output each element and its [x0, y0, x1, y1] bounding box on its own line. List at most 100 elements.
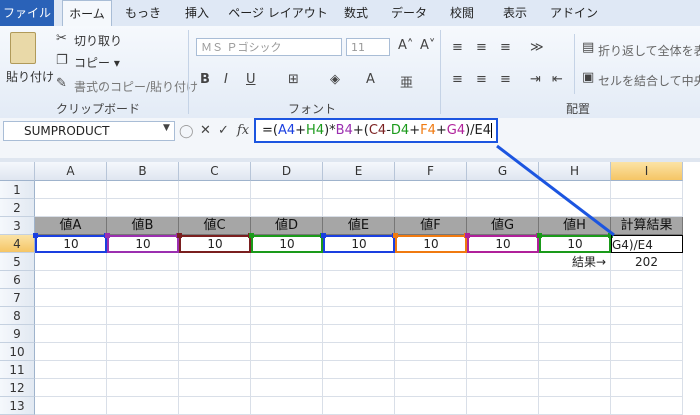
cell[interactable] [251, 397, 323, 415]
cell[interactable] [35, 181, 107, 199]
cell[interactable] [179, 343, 251, 361]
cell[interactable] [323, 271, 395, 289]
cell[interactable] [107, 253, 179, 271]
row-header-9[interactable]: 9 [0, 325, 35, 343]
reference-handle[interactable] [249, 233, 254, 238]
cell[interactable] [395, 379, 467, 397]
cell[interactable] [611, 307, 683, 325]
underline-icon[interactable]: U [246, 72, 256, 87]
cell[interactable] [467, 397, 539, 415]
cell[interactable] [467, 379, 539, 397]
cell[interactable] [251, 379, 323, 397]
row-header-7[interactable]: 7 [0, 289, 35, 307]
cell[interactable] [179, 361, 251, 379]
row-header-10[interactable]: 10 [0, 343, 35, 361]
wrap-text-button[interactable]: 折り返して全体を表 [598, 42, 700, 59]
cell[interactable] [251, 289, 323, 307]
cell[interactable] [323, 253, 395, 271]
bold-icon[interactable]: B [200, 72, 210, 87]
reference-handle[interactable] [33, 233, 38, 238]
cell[interactable] [35, 361, 107, 379]
row-header-2[interactable]: 2 [0, 199, 35, 217]
indent-icon[interactable]: ⇥ [530, 72, 541, 87]
cell[interactable] [107, 361, 179, 379]
cell[interactable] [323, 343, 395, 361]
cell[interactable] [35, 271, 107, 289]
cell[interactable] [539, 361, 611, 379]
cell[interactable] [395, 361, 467, 379]
align-top-icon[interactable]: ≡ [452, 40, 463, 55]
cell[interactable] [395, 199, 467, 217]
cell[interactable] [539, 343, 611, 361]
cell[interactable] [35, 379, 107, 397]
border-icon[interactable]: ⊞ [288, 72, 299, 87]
fill-color-icon[interactable]: ◈ [330, 72, 340, 87]
row-header-6[interactable]: 6 [0, 271, 35, 289]
align-left-icon[interactable]: ≡ [452, 72, 463, 87]
name-box[interactable]: SUMPRODUCT [3, 121, 175, 141]
cell[interactable] [251, 343, 323, 361]
result-value[interactable]: 202 [611, 253, 683, 271]
format-painter-button[interactable]: 書式のコピー/貼り付け [74, 78, 198, 95]
cell[interactable] [179, 325, 251, 343]
cell[interactable] [539, 181, 611, 199]
column-header-d[interactable]: D [251, 162, 323, 181]
cell[interactable] [107, 307, 179, 325]
cell[interactable] [179, 253, 251, 271]
row-header-12[interactable]: 12 [0, 379, 35, 397]
cell[interactable] [35, 253, 107, 271]
cell[interactable] [395, 181, 467, 199]
cell[interactable] [539, 307, 611, 325]
cell[interactable] [611, 289, 683, 307]
value-cell[interactable]: 10 [395, 235, 467, 253]
cell[interactable] [251, 361, 323, 379]
cell[interactable] [35, 307, 107, 325]
cell[interactable] [107, 325, 179, 343]
paste-button[interactable]: 貼り付け [6, 68, 54, 85]
cell[interactable] [323, 397, 395, 415]
cell[interactable] [467, 253, 539, 271]
cell[interactable] [395, 289, 467, 307]
value-cell[interactable]: 10 [467, 235, 539, 253]
cut-button[interactable]: 切り取り [74, 32, 122, 49]
cell[interactable] [107, 397, 179, 415]
row-header-3[interactable]: 3 [0, 217, 35, 235]
cell[interactable] [611, 271, 683, 289]
cancel-icon[interactable]: ✕ [200, 123, 211, 138]
copy-button[interactable]: コピー ▾ [74, 54, 120, 71]
font-name-select[interactable]: ＭＳ Ｐゴシック [196, 38, 342, 56]
cell[interactable] [107, 199, 179, 217]
cell[interactable] [107, 181, 179, 199]
cell[interactable] [251, 199, 323, 217]
cell[interactable] [107, 289, 179, 307]
cell[interactable] [323, 307, 395, 325]
reference-handle[interactable] [321, 233, 326, 238]
enter-icon[interactable]: ✓ [218, 123, 229, 138]
cell[interactable] [539, 397, 611, 415]
value-cell[interactable]: 10 [35, 235, 107, 253]
value-cell[interactable]: 10 [323, 235, 395, 253]
cell[interactable] [107, 379, 179, 397]
align-right-icon[interactable]: ≡ [500, 72, 511, 87]
row-header-1[interactable]: 1 [0, 181, 35, 199]
tab-home[interactable]: ホーム [62, 0, 112, 26]
cell[interactable] [323, 181, 395, 199]
header-cell[interactable]: 値E [323, 217, 395, 235]
orientation-icon[interactable]: ≫ [530, 40, 544, 55]
column-header-a[interactable]: A [35, 162, 107, 181]
cell[interactable] [467, 271, 539, 289]
select-all-corner[interactable] [0, 162, 35, 181]
grow-font-icon[interactable]: A˄ [398, 38, 413, 53]
tab-review[interactable]: 校閲 [440, 0, 484, 26]
cell[interactable] [323, 361, 395, 379]
cell[interactable] [179, 307, 251, 325]
header-cell[interactable]: 値G [467, 217, 539, 235]
tab-mokki[interactable]: もっき [118, 0, 168, 26]
reference-handle[interactable] [105, 233, 110, 238]
cell[interactable] [467, 343, 539, 361]
cell[interactable] [251, 325, 323, 343]
cell[interactable] [467, 325, 539, 343]
column-header-h[interactable]: H [539, 162, 611, 181]
value-cell[interactable]: 10 [251, 235, 323, 253]
phonetic-icon[interactable]: 亜 [400, 72, 413, 91]
